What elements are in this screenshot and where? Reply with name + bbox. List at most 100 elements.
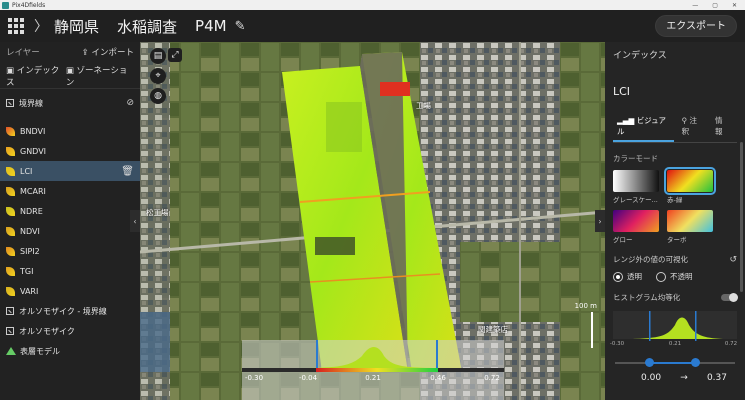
index-leaf-icon <box>6 186 15 196</box>
layers-label: レイヤー <box>6 48 40 58</box>
map-label-factory: 工場 <box>416 101 431 110</box>
layer-item[interactable]: LCI 🗑 <box>0 161 140 181</box>
collapse-right-panel-button[interactable]: › <box>595 210 605 232</box>
layer-item[interactable]: BNDVI <box>0 121 140 141</box>
layers-panel: レイヤー ⇪ インポート ▣ インデックス ▣ ゾーネーション 境界線 ⊘ BN… <box>0 42 140 400</box>
index-leaf-icon <box>6 226 15 236</box>
swatch-label: 赤-緑 <box>667 196 683 204</box>
color-mode-label: カラーモード <box>613 154 658 163</box>
slider-handle-high[interactable] <box>691 358 700 367</box>
swatch-label: ターボ <box>667 236 687 244</box>
breadcrumb-region[interactable]: 静岡県 <box>54 16 99 37</box>
layer-item[interactable]: VARI <box>0 281 140 301</box>
swatch-glow[interactable]: グロー <box>613 210 659 244</box>
radio-off-icon <box>656 271 666 282</box>
expand-icon: ⤢ <box>171 50 179 60</box>
map-label-seki-kenchiku: 関建築店 <box>478 325 508 334</box>
breadcrumb-dataset[interactable]: P4M <box>195 17 227 35</box>
layer-label: NDRE <box>20 206 43 216</box>
layer-item[interactable]: オルソモザイク <box>0 321 140 341</box>
layer-item[interactable]: GNDVI <box>0 141 140 161</box>
minimize-icon[interactable]: — <box>692 2 698 9</box>
histogram-ticks: -0.30 -0.04 0.21 0.46 0.72 <box>242 374 504 386</box>
panel-tick-label: 0.72 <box>724 341 738 347</box>
range-values: 0.00 → 0.37 <box>613 373 737 383</box>
export-button[interactable]: エクスポート <box>655 15 737 37</box>
layer-label: BNDVI <box>20 126 46 136</box>
tab-info[interactable]: 情報 <box>711 112 733 142</box>
layer-actions: ▣ インデックス ▣ ゾーネーション <box>0 64 140 88</box>
layer-item[interactable]: 表層モデル <box>0 341 140 361</box>
boundary-icon <box>6 99 14 107</box>
range-visualization-row: レンジ外の値の可視化 ↺ <box>613 254 737 265</box>
layer-item[interactable]: NDVI <box>0 221 140 241</box>
visibility-off-icon[interactable]: ⊘ <box>126 98 134 108</box>
swatch-red-green[interactable]: 赤-緑 <box>664 167 716 204</box>
import-button[interactable]: ⇪ インポート <box>82 46 134 58</box>
glow-swatch <box>613 210 659 232</box>
tab-visual[interactable]: ▂▄▆ ビジュアル <box>613 112 674 142</box>
tab-annotation[interactable]: ⚲ 注釈 <box>678 112 707 142</box>
range-label: レンジ外の値の可視化 <box>613 255 688 264</box>
map-histogram-legend[interactable]: -0.30 -0.04 0.21 0.46 0.72 <box>242 340 504 400</box>
zonation-button[interactable]: ▣ ゾーネーション <box>66 64 134 88</box>
radio-transparent[interactable]: 透明 <box>613 271 642 282</box>
swatch-turbo[interactable]: ターボ <box>667 210 713 244</box>
layer-label: SIPI2 <box>20 246 40 256</box>
close-icon[interactable]: ✕ <box>732 2 737 9</box>
other-layer-list: オルソモザイク - 境界線 オルソモザイク表層モデル <box>0 301 140 361</box>
panel-tabs: ▂▄▆ ビジュアル ⚲ 注釈 情報 <box>613 112 737 143</box>
layer-label: オルソモザイク <box>19 326 75 336</box>
layer-item[interactable]: SIPI2 <box>0 241 140 261</box>
map-icon: ▤ <box>153 51 163 61</box>
range-slider[interactable] <box>613 355 737 371</box>
locate-button[interactable]: ⌖ <box>150 68 166 84</box>
title-bar: Pix4Dfields — ▢ ✕ <box>0 0 745 10</box>
index-name: LCI <box>613 85 631 98</box>
index-button[interactable]: ▣ インデックス <box>6 64 66 88</box>
panel-histogram-ticks: -0.30 0.21 0.72 <box>609 341 738 349</box>
swatch-grayscale[interactable]: グレースケー... <box>613 170 659 204</box>
range-radio-group: 透明 不透明 <box>613 271 737 282</box>
layer-item[interactable]: MCARI <box>0 181 140 201</box>
layer-label: MCARI <box>20 186 46 196</box>
index-panel: インデックス LCI ▂▄▆ ビジュアル ⚲ 注釈 情報 カラーモード グレース… <box>605 42 745 400</box>
layer-item[interactable]: TGI <box>0 261 140 281</box>
orthomosaic-icon <box>6 327 14 335</box>
slider-handle-low[interactable] <box>645 358 654 367</box>
maximize-icon[interactable]: ▢ <box>712 2 718 9</box>
red-green-swatch <box>664 167 716 195</box>
zonation-icon: ▣ <box>65 66 77 76</box>
collapse-left-panel-button[interactable]: ‹ <box>130 210 140 232</box>
range-low-value[interactable]: 0.00 <box>641 373 661 383</box>
reset-icon[interactable]: ↺ <box>729 255 737 265</box>
histogram-tick-label: -0.30 <box>244 374 264 382</box>
panel-scrollbar[interactable] <box>740 142 743 292</box>
apps-grid-icon[interactable] <box>8 18 24 34</box>
globe-button[interactable]: ◍ <box>150 88 166 104</box>
index-leaf-icon <box>6 286 15 296</box>
panel-tick-label: -0.30 <box>609 341 625 347</box>
range-high-value[interactable]: 0.37 <box>707 373 727 383</box>
histogram-equalization-label: ヒストグラム均等化 <box>613 293 681 302</box>
histogram-equalization-toggle[interactable] <box>721 293 738 302</box>
layer-item[interactable]: NDRE <box>0 201 140 221</box>
breadcrumb-project[interactable]: 水稲調査 <box>117 16 177 37</box>
panel-histogram: -0.30 0.21 0.72 <box>609 311 738 351</box>
map-layers-button[interactable]: ▤ <box>150 48 166 64</box>
layer-item[interactable]: オルソモザイク - 境界線 <box>0 301 140 321</box>
delete-icon[interactable]: 🗑 <box>121 166 134 177</box>
fullscreen-button[interactable]: ⤢ <box>168 48 182 62</box>
histogram-equalization-row: ヒストグラム均等化 <box>613 292 738 303</box>
layer-label: TGI <box>20 266 34 276</box>
layer-boundary[interactable]: 境界線 ⊘ <box>0 93 140 113</box>
edit-pencil-icon[interactable]: ✎ <box>235 19 246 34</box>
import-icon: ⇪ <box>81 48 92 58</box>
arrow-right-icon: → <box>680 373 688 383</box>
map-view[interactable]: ▤ ⌖ ◍ ⤢ 工場 松工場 関建築店 100 m › -0.30 -0.04 … <box>140 42 605 400</box>
layer-label: オルソモザイク - 境界線 <box>19 306 107 316</box>
radio-opaque[interactable]: 不透明 <box>656 271 693 282</box>
index-leaf-icon <box>6 126 15 136</box>
layers-header: レイヤー ⇪ インポート <box>0 42 140 62</box>
radio-on-icon <box>613 271 623 282</box>
